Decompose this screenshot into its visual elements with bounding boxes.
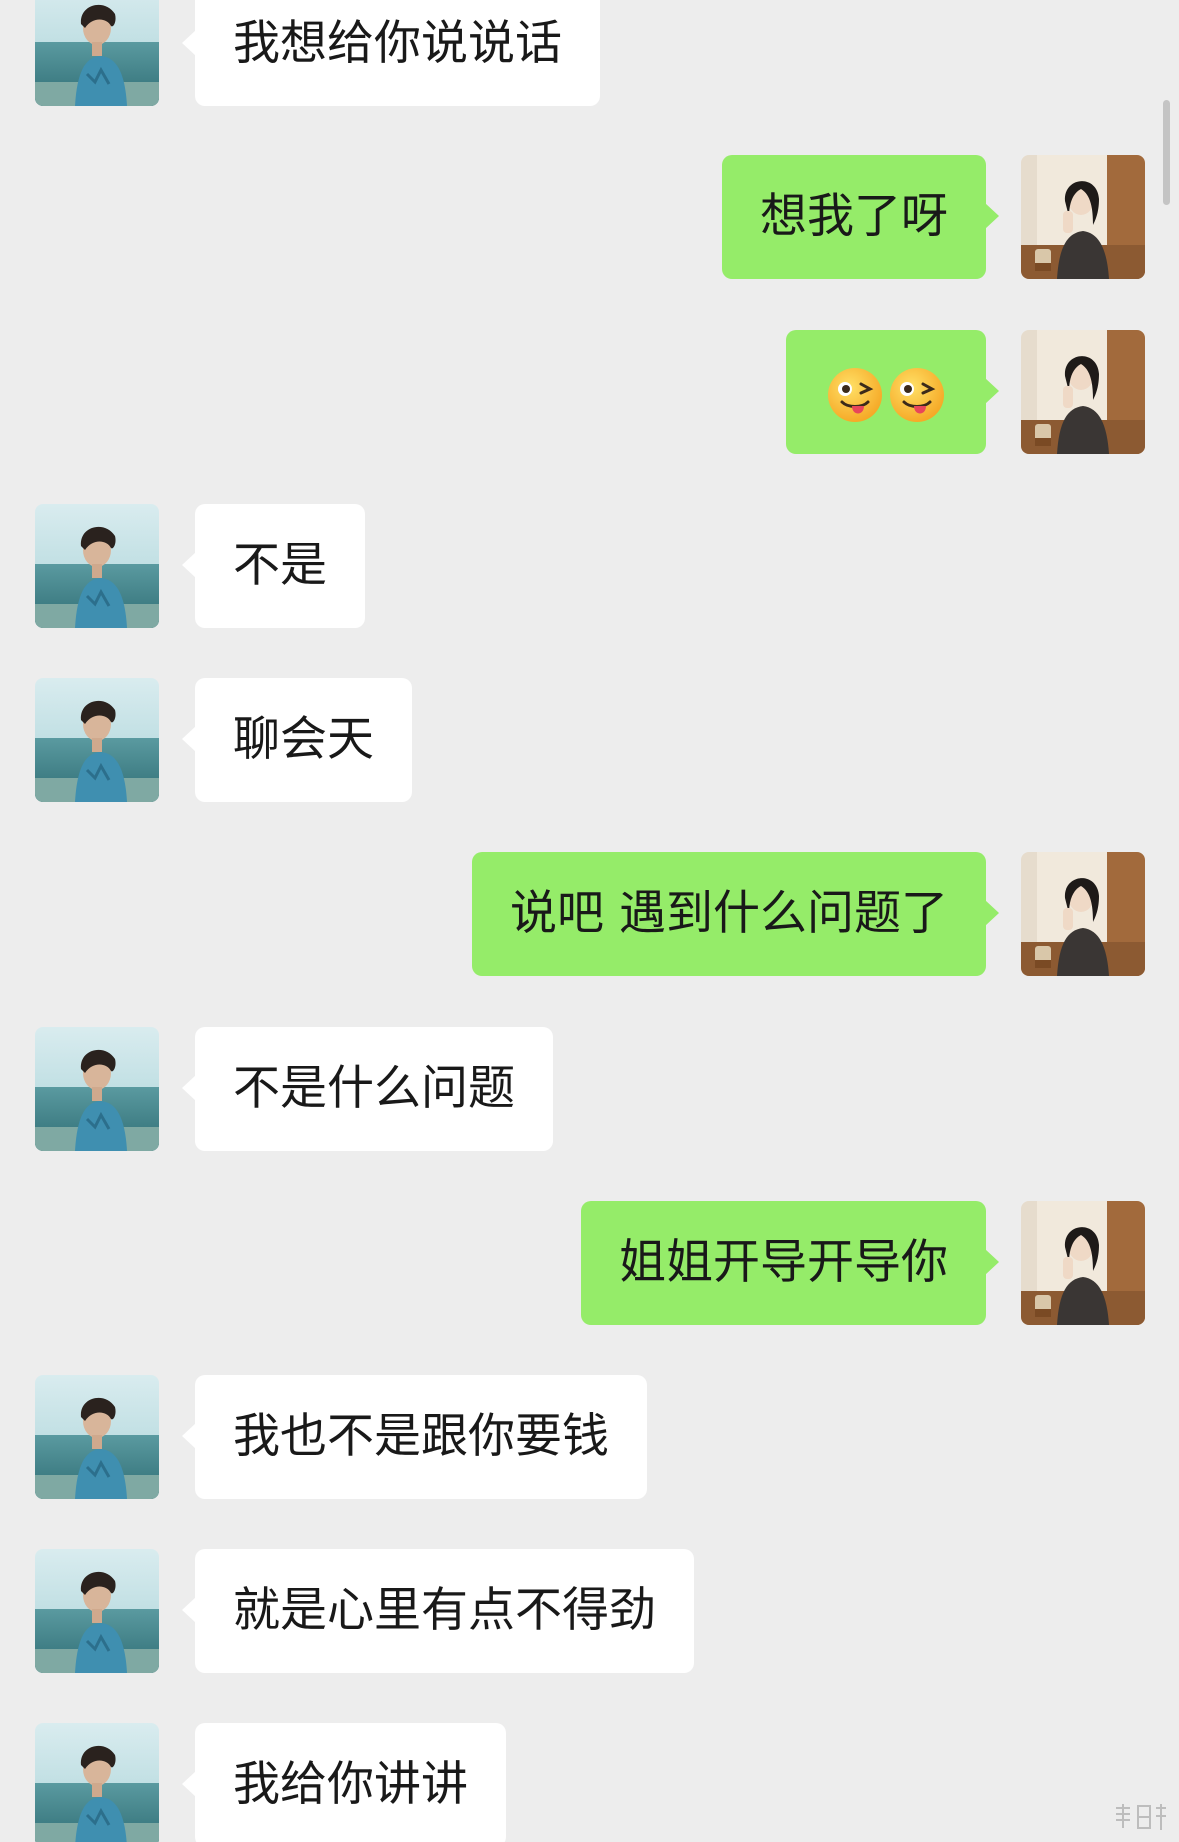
message-bubble-outgoing[interactable]: 说吧 遇到什么问题了 bbox=[472, 852, 999, 976]
message-row-incoming: 不是什么问题 bbox=[0, 1027, 1179, 1151]
winking-tongue-face-icon bbox=[826, 366, 884, 424]
message-row-incoming: 聊会天 bbox=[0, 678, 1179, 802]
contact-avatar[interactable] bbox=[35, 1375, 159, 1499]
contact-avatar[interactable] bbox=[35, 1549, 159, 1673]
message-bubble-outgoing[interactable]: 想我了呀 bbox=[722, 155, 999, 279]
message-row-incoming: 我给你讲讲 bbox=[0, 1723, 1179, 1842]
watermark-icon bbox=[1116, 1804, 1166, 1830]
message-bubble-incoming[interactable]: 不是 bbox=[182, 504, 365, 628]
contact-avatar[interactable] bbox=[35, 0, 159, 106]
message-bubble-incoming[interactable]: 聊会天 bbox=[182, 678, 412, 802]
message-row-outgoing: 说吧 遇到什么问题了 bbox=[0, 852, 1179, 976]
message-row-outgoing: 想我了呀 bbox=[0, 155, 1179, 279]
message-row-incoming: 我也不是跟你要钱 bbox=[0, 1375, 1179, 1499]
my-avatar[interactable] bbox=[1021, 155, 1145, 279]
message-bubble-incoming[interactable]: 我想给你说说话 bbox=[182, 0, 600, 106]
message-row-incoming: 我想给你说说话 bbox=[0, 0, 1179, 106]
message-bubble-incoming[interactable]: 就是心里有点不得劲 bbox=[182, 1549, 694, 1673]
my-avatar[interactable] bbox=[1021, 1201, 1145, 1325]
contact-avatar[interactable] bbox=[35, 1723, 159, 1842]
message-bubble-outgoing[interactable]: 姐姐开导开导你 bbox=[581, 1201, 999, 1325]
message-bubble-incoming[interactable]: 我也不是跟你要钱 bbox=[182, 1375, 647, 1499]
message-row-outgoing bbox=[0, 330, 1179, 454]
contact-avatar[interactable] bbox=[35, 678, 159, 802]
winking-tongue-face-icon bbox=[888, 366, 946, 424]
message-row-outgoing: 姐姐开导开导你 bbox=[0, 1201, 1179, 1325]
message-bubble-outgoing-emoji[interactable] bbox=[786, 330, 999, 454]
my-avatar[interactable] bbox=[1021, 330, 1145, 454]
scrollbar[interactable] bbox=[1163, 100, 1170, 205]
message-bubble-incoming[interactable]: 我给你讲讲 bbox=[182, 1723, 506, 1842]
chat-conversation[interactable]: 我想给你说说话 想我了呀 不是 聊会天 说吧 遇到什么问题了 不是什么问题 姐姐… bbox=[0, 0, 1179, 1842]
message-row-incoming: 就是心里有点不得劲 bbox=[0, 1549, 1179, 1673]
message-row-incoming: 不是 bbox=[0, 504, 1179, 628]
message-bubble-incoming[interactable]: 不是什么问题 bbox=[182, 1027, 553, 1151]
my-avatar[interactable] bbox=[1021, 852, 1145, 976]
contact-avatar[interactable] bbox=[35, 1027, 159, 1151]
contact-avatar[interactable] bbox=[35, 504, 159, 628]
